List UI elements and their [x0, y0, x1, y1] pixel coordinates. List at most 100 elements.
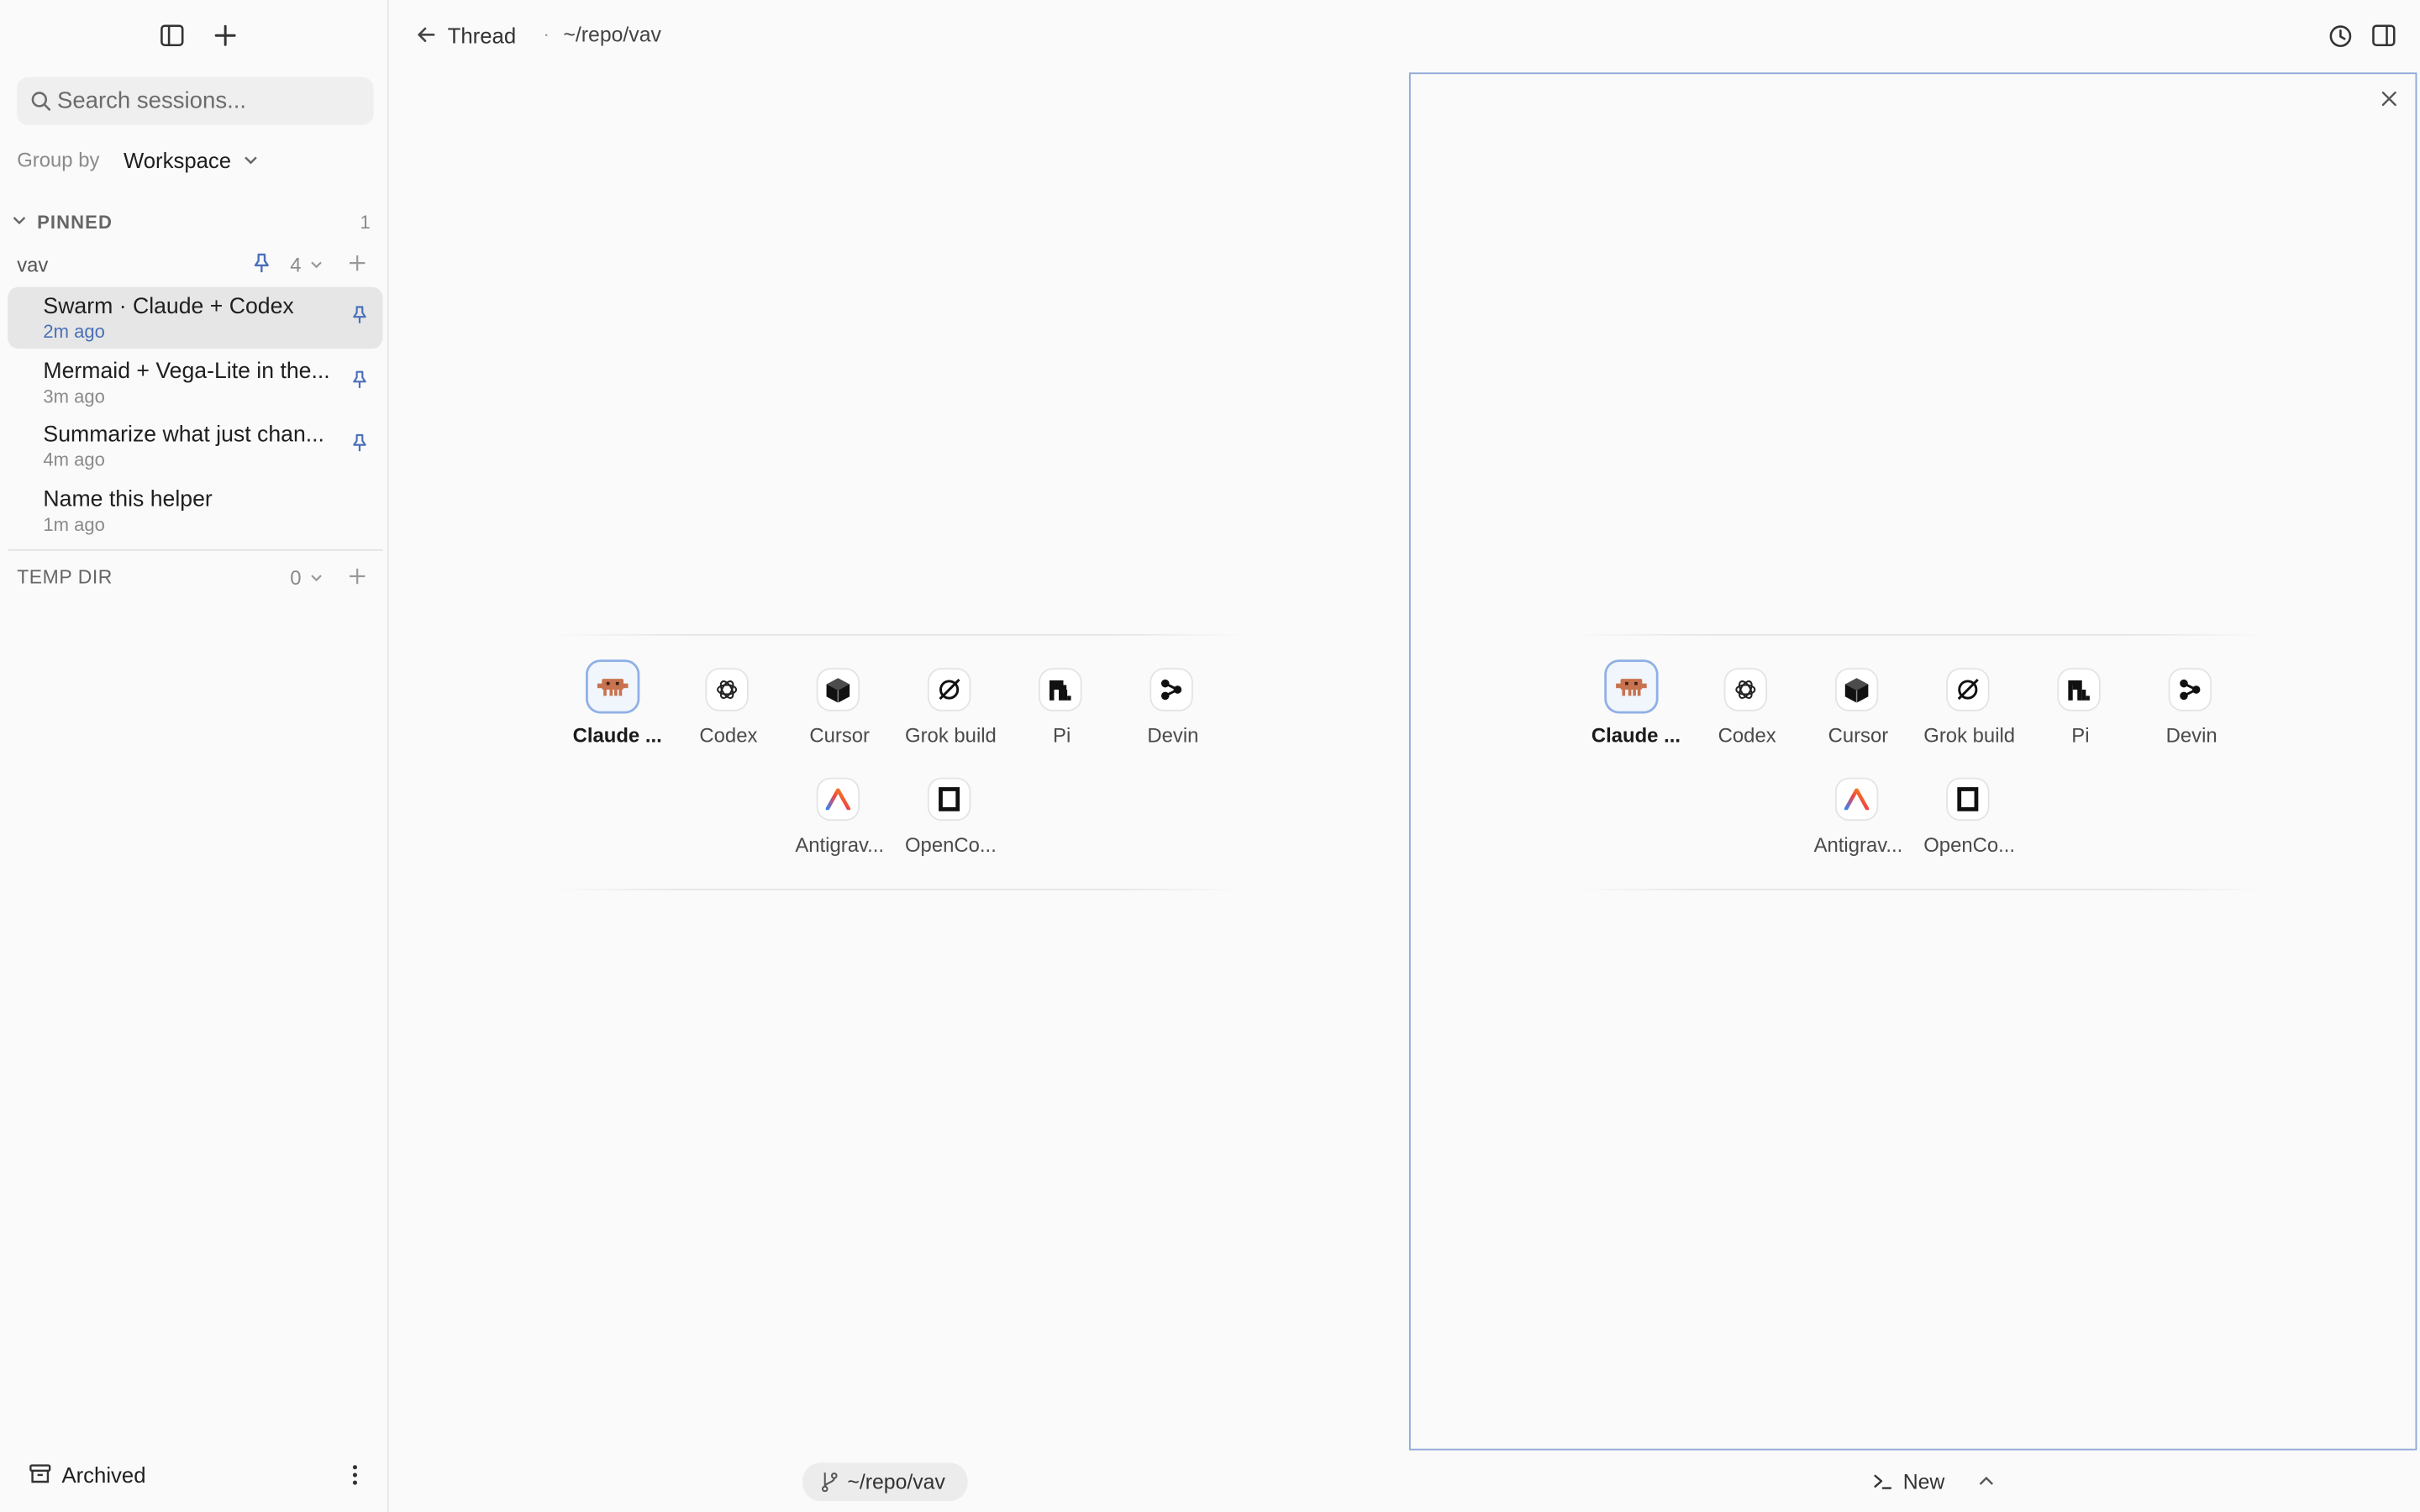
pin-icon[interactable]	[253, 253, 270, 273]
git-branch-icon	[821, 1473, 838, 1493]
agent-option-cursor[interactable]: Cursor	[1802, 665, 1913, 758]
agent-option-pi[interactable]: Pi	[2025, 665, 2136, 758]
pin-icon[interactable]	[352, 370, 367, 389]
agent-option-claude[interactable]: Claude ...	[562, 661, 673, 758]
cursor-cube-icon	[818, 669, 859, 710]
history-icon[interactable]	[2324, 20, 2355, 51]
agent-option-opencode[interactable]: OpenCo...	[1914, 774, 2025, 867]
chevron-down-icon[interactable]	[310, 574, 323, 582]
archive-icon	[29, 1464, 51, 1483]
right-pane: Claude ... Codex Cursor Grok build Pi De…	[1408, 72, 2417, 1451]
agent-label: Grok build	[1923, 723, 2016, 747]
sidebar: Group by Workspace PINNED 1 vav 4 Swarm …	[0, 0, 389, 1512]
terminal-icon	[1874, 1474, 1892, 1489]
divider	[1570, 888, 2266, 890]
chevron-down-icon[interactable]	[310, 260, 323, 269]
more-options-icon[interactable]	[343, 1460, 367, 1491]
chevron-up-icon[interactable]	[1974, 1469, 1998, 1494]
devin-icon	[1151, 669, 1192, 710]
antigravity-icon	[1836, 779, 1877, 820]
branch-path-label: ~/repo/vav	[847, 1470, 945, 1494]
session-title: Name this helper	[43, 487, 213, 512]
pinned-section-header[interactable]: PINNED 1	[13, 210, 376, 238]
agent-option-cursor[interactable]: Cursor	[784, 665, 895, 758]
archived-label: Archived	[61, 1462, 146, 1488]
devin-icon	[2170, 669, 2211, 710]
openai-icon	[1725, 669, 1766, 710]
agent-label: Cursor	[1828, 723, 1889, 747]
branch-path-chip[interactable]: ~/repo/vav	[802, 1462, 968, 1502]
session-title: Mermaid + Vega-Lite in the...	[43, 359, 330, 385]
antigravity-icon	[818, 779, 859, 820]
agent-option-antigravity[interactable]: Antigrav...	[1802, 774, 1913, 867]
pi-icon	[1039, 669, 1081, 710]
pi-icon	[2059, 669, 2099, 710]
pin-icon[interactable]	[352, 433, 367, 452]
divider	[550, 633, 1246, 636]
agent-option-antigravity[interactable]: Antigrav...	[784, 774, 895, 867]
app-window: Group by Workspace PINNED 1 vav 4 Swarm …	[0, 0, 2420, 1512]
temp-dir-header[interactable]: TEMP DIR 0	[0, 562, 387, 593]
archived-button[interactable]: Archived	[29, 1460, 214, 1491]
search-box[interactable]	[17, 76, 374, 125]
agent-option-pi[interactable]: Pi	[1007, 665, 1118, 758]
session-time: 3m ago	[43, 386, 105, 407]
grok-icon	[929, 669, 970, 710]
temp-dir-label: TEMP DIR	[17, 566, 113, 588]
agent-option-devin[interactable]: Devin	[2136, 665, 2247, 758]
temp-dir-count: 0	[290, 566, 302, 590]
opencode-icon	[1947, 779, 1988, 820]
chevron-down-icon	[13, 217, 26, 225]
session-item[interactable]: Summarize what just chan... 4m ago	[8, 415, 382, 476]
agent-label: OpenCo...	[904, 832, 997, 857]
session-title: Summarize what just chan...	[43, 423, 324, 448]
session-item[interactable]: Name this helper 1m ago	[8, 480, 382, 541]
agent-option-grok[interactable]: Grok build	[1914, 665, 2025, 758]
pin-icon[interactable]	[352, 306, 367, 324]
agent-label: Codex	[1718, 723, 1776, 747]
search-input[interactable]	[56, 76, 366, 125]
main-area: Thread · ~/repo/vav Claude ... Codex Cur	[388, 0, 2420, 1512]
divider	[8, 549, 383, 551]
cursor-cube-icon	[1836, 669, 1877, 710]
new-session-icon[interactable]	[210, 20, 241, 51]
agent-label: Pi	[2071, 723, 2090, 747]
back-label: Thread	[447, 23, 517, 48]
session-time: 4m ago	[43, 449, 105, 471]
session-item[interactable]: Mermaid + Vega-Lite in the... 3m ago	[8, 352, 382, 413]
search-icon	[31, 92, 51, 111]
agent-label: Pi	[1053, 723, 1071, 747]
workspace-header-vav[interactable]: vav 4	[0, 249, 387, 280]
grok-icon	[1947, 669, 1988, 710]
agent-label: Codex	[699, 723, 758, 747]
add-session-icon[interactable]	[349, 255, 366, 271]
agent-option-codex[interactable]: Codex	[1691, 665, 1802, 758]
claude-icon	[587, 661, 638, 711]
agent-label: Devin	[2165, 723, 2217, 747]
toggle-sidebar-icon[interactable]	[156, 20, 187, 51]
group-by-value: Workspace	[123, 148, 232, 173]
agent-label: Antigrav...	[1813, 832, 1903, 857]
agent-option-opencode[interactable]: OpenCo...	[895, 774, 1006, 867]
workspace-count: 4	[290, 253, 302, 276]
divider	[1570, 633, 2266, 636]
group-by-label: Group by	[17, 148, 100, 171]
agent-option-grok[interactable]: Grok build	[895, 665, 1006, 758]
chevron-down-icon	[245, 156, 257, 165]
agent-label: Grok build	[905, 723, 997, 747]
agent-option-claude[interactable]: Claude ...	[1581, 661, 1691, 758]
back-to-thread-button[interactable]: Thread	[417, 20, 555, 51]
pinned-label: PINNED	[37, 211, 113, 234]
agent-label: Devin	[1147, 723, 1199, 747]
add-session-icon[interactable]	[349, 568, 366, 585]
toggle-right-panel-icon[interactable]	[2368, 20, 2399, 51]
claude-icon	[1607, 661, 1656, 711]
session-title: Swarm · Claude + Codex	[43, 294, 294, 320]
opencode-icon	[929, 779, 970, 820]
agent-option-devin[interactable]: Devin	[1118, 665, 1228, 758]
close-icon[interactable]	[2377, 87, 2402, 111]
arrow-left-icon	[418, 27, 435, 42]
session-item[interactable]: Swarm · Claude + Codex 2m ago	[8, 286, 383, 349]
agent-option-codex[interactable]: Codex	[673, 665, 784, 758]
pinned-count: 1	[360, 211, 371, 234]
